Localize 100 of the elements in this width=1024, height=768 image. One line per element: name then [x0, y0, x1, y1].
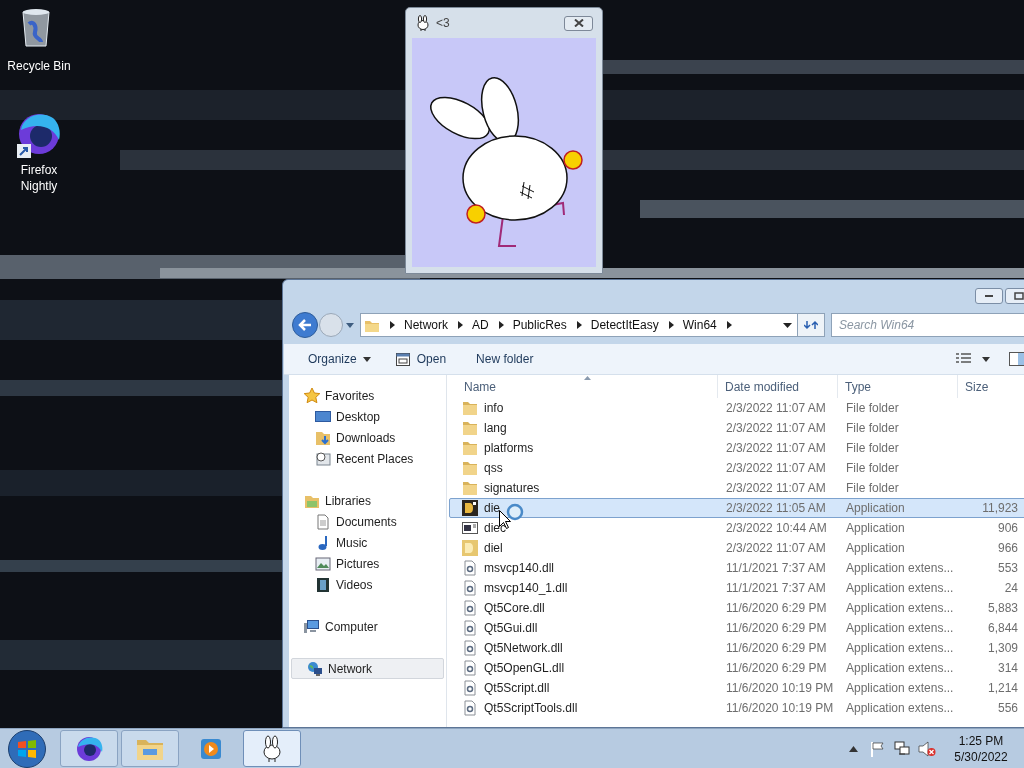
breadcrumb-arrow-icon[interactable]: [457, 321, 464, 329]
date-modified-cell-text: 11/6/2020 6:29 PM: [725, 660, 828, 677]
dll-file-icon: [462, 700, 478, 716]
start-button[interactable]: [8, 729, 46, 768]
date-modified-cell-text: 2/3/2022 11:07 AM: [725, 440, 827, 457]
toolbar-button[interactable]: New folder: [468, 347, 542, 371]
close-button[interactable]: [564, 15, 593, 31]
date-modified-cell-text: 11/1/2021 7:37 AM: [725, 560, 827, 577]
show-hidden-icons-icon[interactable]: [849, 745, 858, 752]
column-header[interactable]: Date modified: [718, 375, 838, 398]
icon-label[interactable]: Recycle Bin: [3, 58, 75, 74]
folder-icon: [462, 420, 478, 436]
back-button[interactable]: [292, 312, 318, 338]
network-icon[interactable]: [894, 740, 910, 757]
nav-item[interactable]: Desktop: [289, 406, 446, 427]
column-header[interactable]: Type: [838, 375, 958, 398]
file-name[interactable]: info: [484, 399, 504, 417]
nav-item[interactable]: Favorites: [289, 385, 446, 406]
nav-item[interactable]: Computer: [289, 616, 446, 637]
maximize-icon: [1014, 292, 1024, 300]
file-type-cell-text: Application extens...: [845, 600, 955, 617]
organize-menu-button[interactable]: Organize: [300, 347, 379, 371]
file-name[interactable]: Qt5ScriptTools.dll: [484, 699, 578, 717]
dropdown-caret-icon[interactable]: [783, 322, 792, 328]
file-name[interactable]: diel: [484, 539, 503, 557]
file-name[interactable]: die: [484, 499, 500, 517]
dropdown-caret-icon[interactable]: [982, 356, 990, 362]
file-name[interactable]: platforms: [484, 439, 534, 457]
file-name[interactable]: Qt5Script.dll: [484, 679, 550, 697]
nav-item[interactable]: Documents: [289, 511, 446, 532]
file-row[interactable]: Qt5ScriptTools.dll 11/6/2020 10:19 PM Application extens... 556: [449, 698, 1024, 718]
breadcrumb-item[interactable]: DetectItEasy: [590, 316, 659, 334]
breadcrumb-arrow-icon[interactable]: [725, 321, 733, 329]
speaker-muted-icon[interactable]: [918, 740, 936, 757]
breadcrumb-arrow-icon[interactable]: [389, 321, 396, 329]
file-row[interactable]: lang 2/3/2022 11:07 AM File folder: [449, 418, 1024, 438]
preview-pane-icon[interactable]: [1009, 352, 1024, 366]
file-size-cell-text: 906: [997, 520, 1018, 537]
dll-file-icon: [462, 640, 478, 656]
toolbar-button[interactable]: Open: [386, 347, 455, 371]
minimize-button[interactable]: [975, 288, 1003, 304]
nav-item[interactable]: Pictures: [289, 553, 446, 574]
nav-item[interactable]: Libraries: [289, 490, 446, 511]
file-type-cell-text: Application extens...: [845, 660, 955, 677]
file-row[interactable]: info 2/3/2022 11:07 AM File folder: [449, 398, 1024, 418]
windows-logo-icon: [17, 738, 37, 759]
file-name[interactable]: msvcp140_1.dll: [484, 579, 568, 597]
address-bar[interactable]: Network AD PublicRes DetectItEasy Win64: [360, 313, 798, 337]
file-row[interactable]: Qt5Core.dll 11/6/2020 6:29 PM Application extens... 5,883: [449, 598, 1024, 618]
flag-icon[interactable]: [870, 740, 886, 757]
app-icon: [462, 540, 478, 556]
file-row[interactable]: Qt5OpenGL.dll 11/6/2020 6:29 PM Application extens... 314: [449, 658, 1024, 678]
network-icon: [307, 660, 323, 677]
app-icon: [462, 500, 478, 516]
date-modified-cell-text: 2/3/2022 11:07 AM: [725, 400, 827, 417]
taskbar-button[interactable]: [243, 730, 301, 767]
clock[interactable]: 1:25 PM 5/30/2022: [946, 732, 1016, 765]
busy-spinner-icon: [506, 503, 524, 521]
file-name[interactable]: msvcp140.dll: [484, 559, 555, 577]
folder-icon: [462, 460, 478, 476]
nav-item[interactable]: Music: [289, 532, 446, 553]
file-row[interactable]: msvcp140.dll 11/1/2021 7:37 AM Application extens... 553: [449, 558, 1024, 578]
file-type-cell-text: Application: [845, 520, 906, 537]
breadcrumb-arrow-icon[interactable]: [667, 321, 675, 329]
file-row[interactable]: Qt5Script.dll 11/6/2020 10:19 PM Application extens... 1,214: [449, 678, 1024, 698]
file-row[interactable]: signatures 2/3/2022 11:07 AM File folder: [449, 478, 1024, 498]
nav-item[interactable]: Downloads: [289, 427, 446, 448]
pictures-icon: [315, 555, 331, 572]
file-name[interactable]: Qt5Network.dll: [484, 639, 563, 657]
nav-item[interactable]: Network: [291, 658, 444, 679]
search-field[interactable]: Search Win64: [831, 313, 1024, 337]
nav-item[interactable]: Recent Places: [289, 448, 446, 469]
breadcrumb-item[interactable]: Network: [404, 316, 448, 334]
breadcrumb-item[interactable]: PublicRes: [512, 316, 567, 334]
file-row[interactable]: die 2/3/2022 11:05 AM Application 11,923: [449, 498, 1024, 518]
icon-label[interactable]: Firefox Nightly: [3, 162, 75, 194]
breadcrumb-item[interactable]: Win64: [682, 316, 717, 334]
file-name[interactable]: qss: [484, 459, 503, 477]
file-name[interactable]: Qt5OpenGL.dll: [484, 659, 565, 677]
file-row[interactable]: diel 2/3/2022 11:07 AM Application 966: [449, 538, 1024, 558]
refresh-button[interactable]: [798, 313, 825, 337]
column-header[interactable]: Size: [958, 375, 1024, 398]
file-row[interactable]: diec 2/3/2022 10:44 AM Application 906: [449, 518, 1024, 538]
view-options-icon[interactable]: [956, 353, 972, 365]
breadcrumb-arrow-icon[interactable]: [575, 321, 583, 329]
taskbar-button[interactable]: [60, 730, 118, 767]
file-row[interactable]: qss 2/3/2022 11:07 AM File folder: [449, 458, 1024, 478]
file-name[interactable]: Qt5Core.dll: [484, 599, 545, 617]
breadcrumb-arrow-icon[interactable]: [497, 321, 505, 329]
breadcrumb-item[interactable]: AD: [472, 316, 489, 334]
file-name[interactable]: lang: [484, 419, 507, 437]
nav-item[interactable]: Videos: [289, 574, 446, 595]
file-name[interactable]: signatures: [484, 479, 540, 497]
file-name[interactable]: Qt5Gui.dll: [484, 619, 538, 637]
file-row[interactable]: Qt5Network.dll 11/6/2020 6:29 PM Application extens... 1,309: [449, 638, 1024, 658]
file-row[interactable]: msvcp140_1.dll 11/1/2021 7:37 AM Application extens... 24: [449, 578, 1024, 598]
file-row[interactable]: Qt5Gui.dll 11/6/2020 6:29 PM Application extens... 6,844: [449, 618, 1024, 638]
date-modified-cell-text: 2/3/2022 11:07 AM: [725, 540, 827, 557]
file-row[interactable]: platforms 2/3/2022 11:07 AM File folder: [449, 438, 1024, 458]
folder-icon: [462, 480, 478, 496]
